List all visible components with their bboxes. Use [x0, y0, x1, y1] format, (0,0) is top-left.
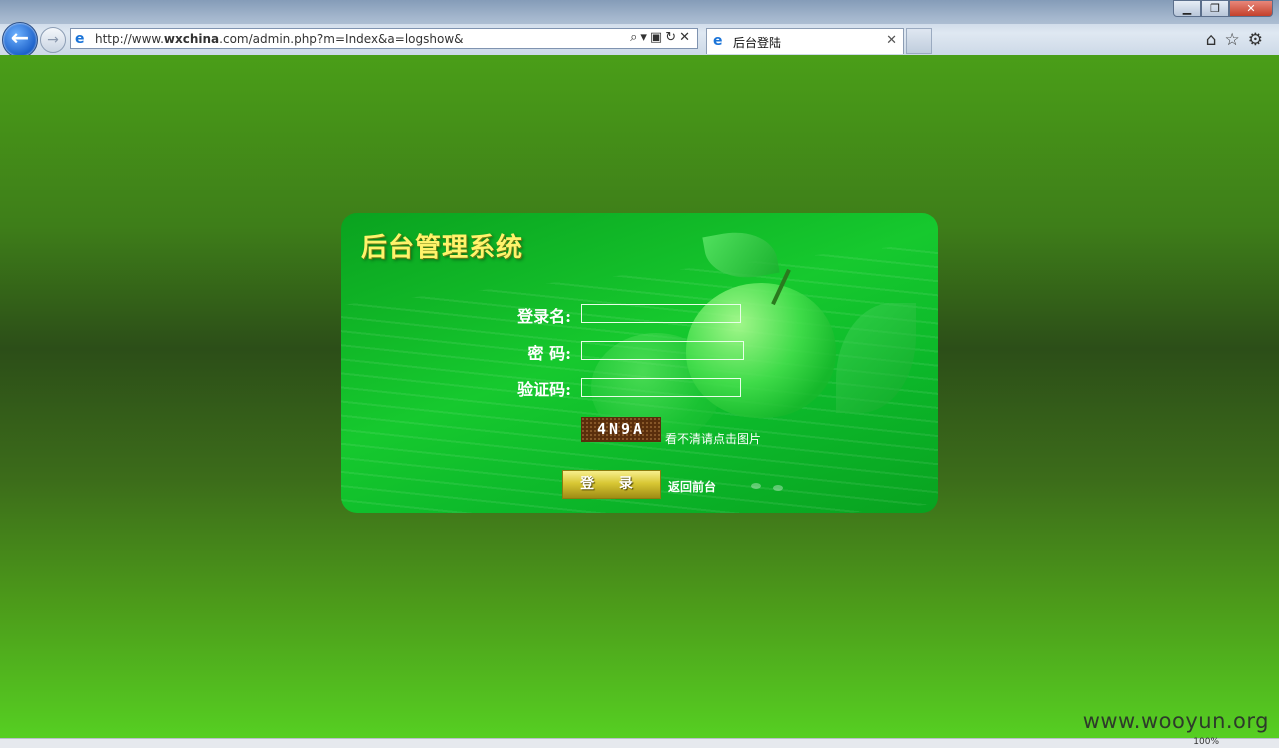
- username-input[interactable]: [581, 304, 741, 323]
- login-button[interactable]: 登 录: [562, 470, 661, 499]
- url-host: wxchina: [163, 32, 220, 46]
- compat-view-icon[interactable]: ▣: [650, 30, 665, 45]
- toolbar-right-icons: ⌂☆⚙: [1206, 30, 1271, 50]
- tab-close-icon[interactable]: ✕: [886, 33, 897, 48]
- password-label: 密 码:: [527, 344, 571, 363]
- stop-icon[interactable]: ✕: [679, 30, 693, 45]
- ie-logo-icon: e: [713, 33, 723, 49]
- water-drop-decoration: [773, 485, 783, 491]
- watermark: www.wooyun.org: [1082, 709, 1269, 733]
- ie-logo-icon: e: [75, 31, 85, 47]
- login-panel: 后台管理系统 登录名: 密 码: 验证码: 4N9A 看不清请点击图片 登 录 …: [341, 213, 938, 513]
- water-drop-decoration: [751, 483, 761, 489]
- back-arrow-icon[interactable]: ←: [2, 22, 38, 58]
- dropdown-icon[interactable]: ▾: [640, 30, 650, 45]
- new-tab-button[interactable]: [906, 28, 932, 54]
- star-icon[interactable]: ☆: [1225, 30, 1248, 50]
- address-bar[interactable]: e http://www.wxchina.com/admin.php?m=Ind…: [70, 28, 698, 49]
- refresh-icon[interactable]: ↻: [665, 30, 679, 45]
- restore-icon[interactable]: ❐: [1201, 0, 1229, 17]
- back-to-frontend-link[interactable]: 返回前台: [668, 478, 716, 495]
- browser-toolbar: ▁ ❐ ✕ ← → e http://www.wxchina.com/admin…: [0, 0, 1279, 58]
- captcha-label: 验证码:: [517, 380, 571, 399]
- username-label: 登录名:: [517, 307, 571, 326]
- address-url[interactable]: http://www.wxchina.com/admin.php?m=Index…: [95, 32, 464, 46]
- home-icon[interactable]: ⌂: [1206, 30, 1225, 50]
- gear-icon[interactable]: ⚙: [1248, 30, 1271, 50]
- captcha-hint: 看不清请点击图片: [665, 432, 762, 446]
- window-caption-strip: [0, 0, 1279, 24]
- tab-title: 后台登陆: [733, 36, 782, 50]
- panel-title: 后台管理系统: [361, 233, 524, 263]
- minimize-icon[interactable]: ▁: [1173, 0, 1201, 17]
- browser-tab[interactable]: e 后台登陆 ✕: [706, 28, 904, 54]
- captcha-input[interactable]: [581, 378, 741, 397]
- address-tools: ⌕▾▣↻✕: [630, 30, 693, 45]
- close-window-icon[interactable]: ✕: [1229, 0, 1273, 17]
- password-input[interactable]: [581, 341, 744, 360]
- window-controls: ▁ ❐ ✕: [1173, 0, 1273, 18]
- search-icon[interactable]: ⌕: [630, 30, 640, 45]
- zoom-level[interactable]: 100%: [1193, 737, 1219, 747]
- captcha-image[interactable]: 4N9A: [581, 417, 661, 442]
- forward-arrow-icon[interactable]: →: [40, 27, 66, 53]
